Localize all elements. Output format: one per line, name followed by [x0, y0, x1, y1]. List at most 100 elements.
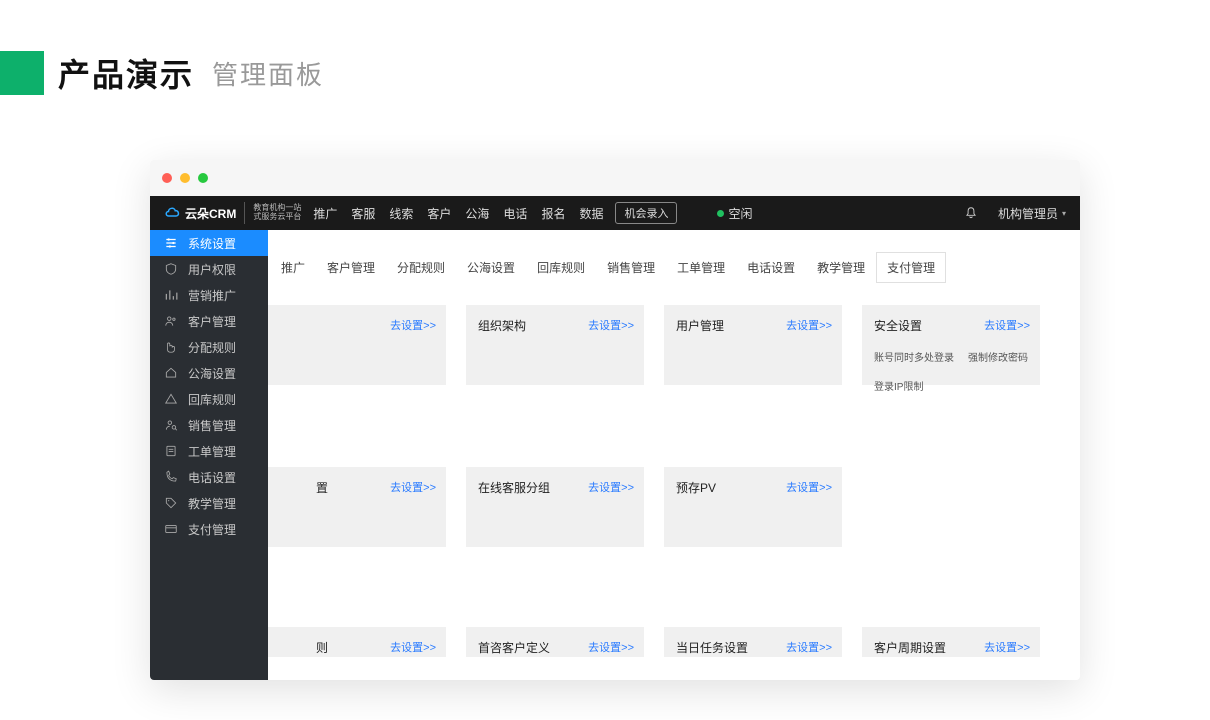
card-go-settings-link[interactable]: 去设置>>: [984, 639, 1030, 655]
sidebar-item-user-permissions[interactable]: 用户权限: [150, 256, 268, 282]
card-first-consult-def: 首咨客户定义 去设置>>: [466, 627, 644, 657]
card-row-3: 则 去设置>> 首咨客户定义 去设置>> 当日任务设置 去设置>> 客户周期设置…: [268, 627, 1080, 657]
card-go-settings-link[interactable]: 去设置>>: [588, 479, 634, 495]
sidebar-item-public-settings[interactable]: 公海设置: [150, 360, 268, 386]
triangle-icon: [164, 392, 178, 406]
card-item: 强制修改密码: [968, 349, 1028, 364]
nav-item-0[interactable]: 推广: [313, 205, 337, 222]
tab-8[interactable]: 教学管理: [806, 252, 876, 283]
card-go-settings-link[interactable]: 去设置>>: [588, 639, 634, 655]
card-item: 账号同时多处登录: [874, 349, 954, 364]
tab-7[interactable]: 电话设置: [736, 252, 806, 283]
nav-item-5[interactable]: 电话: [503, 205, 527, 222]
tab-6[interactable]: 工单管理: [666, 252, 736, 283]
sidebar-item-sales-mgmt[interactable]: 销售管理: [150, 412, 268, 438]
sidebar: 系统设置 用户权限 营销推广 客户管理 分配规则 公海设置: [150, 230, 268, 680]
page-subtitle: 管理面板: [212, 55, 324, 92]
logo-text: 云朵CRM: [185, 205, 236, 222]
sidebar-item-label: 教学管理: [188, 495, 236, 512]
card-title: 组织架构: [478, 319, 526, 333]
status-label: 空闲: [728, 205, 752, 222]
sidebar-item-label: 系统设置: [188, 235, 236, 252]
window-chrome: [150, 160, 1080, 196]
nav-item-2[interactable]: 线索: [389, 205, 413, 222]
sidebar-item-label: 客户管理: [188, 313, 236, 330]
user-menu[interactable]: 机构管理员 ▾: [998, 205, 1066, 222]
card-r1-c1: 去设置>>: [268, 305, 446, 385]
sidebar-item-label: 工单管理: [188, 443, 236, 460]
logo-tagline: 教育机构一站式服务云平台: [253, 204, 301, 222]
tab-0[interactable]: 推广: [278, 252, 316, 283]
accent-block: [0, 51, 44, 95]
sidebar-item-phone-settings[interactable]: 电话设置: [150, 464, 268, 490]
window-min-dot[interactable]: [180, 173, 190, 183]
phone-icon: [164, 470, 178, 484]
sidebar-item-ticket-mgmt[interactable]: 工单管理: [150, 438, 268, 464]
sidebar-item-label: 回库规则: [188, 391, 236, 408]
bell-icon[interactable]: [964, 206, 978, 220]
cloud-logo-icon: [164, 204, 182, 222]
nav-item-1[interactable]: 客服: [351, 205, 375, 222]
nav-item-3[interactable]: 客户: [427, 205, 451, 222]
chart-icon: [164, 288, 178, 302]
card-security-settings: 安全设置 去设置>> 账号同时多处登录 强制修改密码 登录IP限制: [862, 305, 1040, 385]
sidebar-item-assign-rules[interactable]: 分配规则: [150, 334, 268, 360]
window-max-dot[interactable]: [198, 173, 208, 183]
nav-item-6[interactable]: 报名: [541, 205, 565, 222]
tab-row: 推广 客户管理 分配规则 公海设置 回库规则 销售管理 工单管理 电话设置 教学…: [268, 230, 1080, 283]
card-go-settings-link[interactable]: 去设置>>: [786, 479, 832, 495]
card-customer-cycle-settings: 客户周期设置 去设置>>: [862, 627, 1040, 657]
card-title: 预存PV: [676, 481, 716, 495]
card-row-1: 去设置>> 组织架构 去设置>> 用户管理 去设置>> 安全设置 去设置>>: [268, 305, 1080, 385]
status-indicator-dot: [717, 210, 724, 217]
sidebar-item-label: 公海设置: [188, 365, 236, 382]
nav-item-4[interactable]: 公海: [465, 205, 489, 222]
page-title: 产品演示: [58, 50, 194, 96]
hand-icon: [164, 340, 178, 354]
tab-9[interactable]: 支付管理: [876, 252, 946, 283]
tab-2[interactable]: 分配规则: [386, 252, 456, 283]
sidebar-item-customer-mgmt[interactable]: 客户管理: [150, 308, 268, 334]
sidebar-item-label: 用户权限: [188, 261, 236, 278]
app-window: 云朵CRM 教育机构一站式服务云平台 推广 客服 线索 客户 公海 电话 报名 …: [150, 160, 1080, 680]
card-go-settings-link[interactable]: 去设置>>: [786, 639, 832, 655]
card-go-settings-link[interactable]: 去设置>>: [390, 479, 436, 495]
card-user-mgmt: 用户管理 去设置>>: [664, 305, 842, 385]
house-icon: [164, 366, 178, 380]
sidebar-item-marketing[interactable]: 营销推广: [150, 282, 268, 308]
page-title-bar: 产品演示 管理面板: [0, 0, 1210, 96]
sidebar-item-system-settings[interactable]: 系统设置: [150, 230, 268, 256]
window-close-dot[interactable]: [162, 173, 172, 183]
tab-4[interactable]: 回库规则: [526, 252, 596, 283]
cards-area: 去设置>> 组织架构 去设置>> 用户管理 去设置>> 安全设置 去设置>>: [268, 283, 1080, 657]
card-go-settings-link[interactable]: 去设置>>: [588, 317, 634, 333]
tab-1[interactable]: 客户管理: [316, 252, 386, 283]
shield-icon: [164, 262, 178, 276]
card-online-agent-group: 在线客服分组 去设置>>: [466, 467, 644, 547]
card-title: 置: [316, 479, 328, 496]
user-label-text: 机构管理员: [998, 205, 1058, 222]
nav-item-7[interactable]: 数据: [579, 205, 603, 222]
card-item: 登录IP限制: [874, 378, 923, 393]
card-row-2: 置 去设置>> 在线客服分组 去设置>> 预存PV 去设置>>: [268, 467, 1080, 547]
main-content: 推广 客户管理 分配规则 公海设置 回库规则 销售管理 工单管理 电话设置 教学…: [268, 230, 1080, 680]
card-go-settings-link[interactable]: 去设置>>: [390, 639, 436, 655]
sidebar-item-return-rules[interactable]: 回库规则: [150, 386, 268, 412]
sidebar-item-payment-mgmt[interactable]: 支付管理: [150, 516, 268, 542]
card-go-settings-link[interactable]: 去设置>>: [984, 317, 1030, 333]
card-title: 用户管理: [676, 319, 724, 333]
card-title: 客户周期设置: [874, 641, 946, 655]
card-title: 当日任务设置: [676, 641, 748, 655]
sidebar-item-teaching-mgmt[interactable]: 教学管理: [150, 490, 268, 516]
sliders-icon: [164, 236, 178, 250]
tab-5[interactable]: 销售管理: [596, 252, 666, 283]
card-go-settings-link[interactable]: 去设置>>: [390, 317, 436, 333]
users-icon: [164, 314, 178, 328]
sidebar-item-label: 电话设置: [188, 469, 236, 486]
record-opportunity-button[interactable]: 机会录入: [615, 202, 677, 224]
card-prestore-pv: 预存PV 去设置>>: [664, 467, 842, 547]
tab-3[interactable]: 公海设置: [456, 252, 526, 283]
sidebar-item-label: 分配规则: [188, 339, 236, 356]
card-go-settings-link[interactable]: 去设置>>: [786, 317, 832, 333]
sidebar-item-label: 销售管理: [188, 417, 236, 434]
